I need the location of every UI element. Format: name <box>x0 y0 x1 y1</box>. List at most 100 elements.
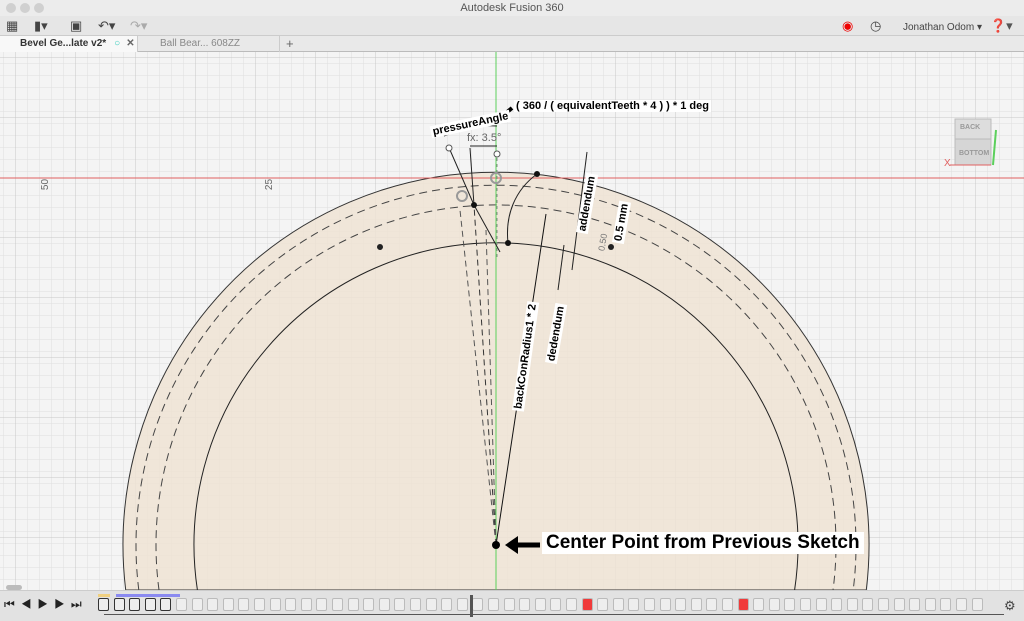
timeline-feature-icon[interactable] <box>862 598 874 611</box>
timeline-feature-icon[interactable] <box>690 598 702 611</box>
timeline-feature-icon[interactable] <box>456 598 468 611</box>
timeline-feature-icon[interactable] <box>394 598 406 611</box>
timeline-feature-icon[interactable] <box>753 598 765 611</box>
sketch-point[interactable] <box>505 240 511 246</box>
timeline-feature-icon[interactable] <box>581 598 593 611</box>
timeline-feature-icon[interactable] <box>347 598 359 611</box>
help-icon[interactable]: ❓▾ <box>990 18 1013 34</box>
user-name: Jonathan Odom <box>903 22 975 33</box>
timeline-feature-icon[interactable] <box>784 598 796 611</box>
timeline-feature-icon[interactable] <box>768 598 780 611</box>
grid-menu-icon[interactable]: ▦ <box>6 18 18 34</box>
timeline-feature-icon[interactable] <box>144 598 156 611</box>
timeline-feature-icon[interactable] <box>612 598 624 611</box>
timeline-feature-icon[interactable] <box>628 598 640 611</box>
timeline-track <box>104 614 1004 615</box>
timeline-feature-icon[interactable] <box>909 598 921 611</box>
timeline-playback-controls[interactable]: ⏮◀▶▶⏭ <box>4 597 88 612</box>
timeline-feature-icon[interactable] <box>956 598 967 611</box>
timeline-feature-icon[interactable] <box>488 598 499 611</box>
timeline-feature-icon[interactable] <box>176 598 187 611</box>
close-tab-icon[interactable]: ✕ <box>126 38 134 49</box>
save-icon[interactable]: ▣ <box>70 18 82 34</box>
timeline-feature-icon[interactable] <box>285 598 297 611</box>
new-tab-button[interactable]: + <box>282 36 294 52</box>
timeline-feature-icon[interactable] <box>425 598 437 611</box>
sketch-drawing[interactable] <box>0 52 1024 590</box>
timeline-feature-icon[interactable] <box>534 598 546 611</box>
ruler-label: 50 <box>40 178 52 191</box>
timeline-feature-icon[interactable] <box>706 598 718 611</box>
timeline-feature-icon[interactable] <box>378 598 390 611</box>
timeline-feature-icon[interactable] <box>113 598 125 611</box>
sketch-canvas[interactable]: 50 25 pressureAngle ( 360 / ( equivalent… <box>0 52 1024 590</box>
timeline-feature-icon[interactable] <box>659 598 671 611</box>
timeline-feature-icon[interactable] <box>644 598 655 611</box>
user-menu[interactable]: Jonathan Odom ▾ <box>903 20 982 36</box>
timeline-feature-icon[interactable] <box>410 598 421 611</box>
timeline-feature-icon[interactable] <box>254 598 265 611</box>
timeline-feature-icon[interactable] <box>566 598 577 611</box>
tab-bevel-gear[interactable]: Bevel Ge...late v2* ○ ✕ <box>0 36 138 52</box>
viewcube-bottom[interactable]: BOTTOM <box>957 150 991 157</box>
timeline-feature-icon[interactable] <box>737 598 749 611</box>
sketch-point[interactable] <box>377 244 383 250</box>
timeline-feature-icon[interactable] <box>222 598 234 611</box>
sketch-point[interactable] <box>471 202 477 208</box>
timeline-feature-icon[interactable] <box>846 598 858 611</box>
timeline-features <box>98 598 998 612</box>
timeline-feature-icon[interactable] <box>363 598 375 611</box>
group-marker <box>116 594 180 597</box>
timeline-feature-icon[interactable] <box>269 598 281 611</box>
timeline-feature-icon[interactable] <box>519 598 531 611</box>
timeline-feature-icon[interactable] <box>207 598 219 611</box>
timeline-feature-icon[interactable] <box>160 598 172 611</box>
x-axis-label: X <box>944 158 951 169</box>
fx-dimension[interactable]: fx: 3.5° <box>465 132 503 144</box>
record-icon[interactable]: ◉ <box>842 18 853 34</box>
document-tabs: Bevel Ge...late v2* ○ ✕ Ball Bear... 608ZZ… <box>0 36 1024 65</box>
timeline-marker[interactable] <box>470 595 473 617</box>
ruler-label: 25 <box>264 178 276 191</box>
timeline-feature-icon[interactable] <box>238 598 250 611</box>
window-title: Autodesk Fusion 360 <box>460 2 564 14</box>
timeline-feature-icon[interactable] <box>675 598 687 611</box>
title-bar: Autodesk Fusion 360 <box>0 0 1024 16</box>
timeline-feature-icon[interactable] <box>597 598 609 611</box>
sketch-point[interactable] <box>608 244 614 250</box>
center-point[interactable] <box>492 541 500 549</box>
sketch-point[interactable] <box>534 171 540 177</box>
redo-icon[interactable]: ↷▾ <box>130 18 147 34</box>
tab-ball-bearing[interactable]: Ball Bear... 608ZZ v6○✕ <box>140 36 280 65</box>
minimize-window-button[interactable] <box>20 3 30 13</box>
clock-icon[interactable]: ◷ <box>870 18 881 34</box>
timeline-feature-icon[interactable] <box>878 598 889 611</box>
timeline-feature-icon[interactable] <box>831 598 843 611</box>
close-window-button[interactable] <box>6 3 16 13</box>
timeline-feature-icon[interactable] <box>300 598 312 611</box>
viewcube-back[interactable]: BACK <box>958 124 982 131</box>
zoom-window-button[interactable] <box>34 3 44 13</box>
timeline-feature-icon[interactable] <box>800 598 811 611</box>
timeline-feature-icon[interactable] <box>722 598 733 611</box>
timeline-feature-icon[interactable] <box>815 598 827 611</box>
timeline-feature-icon[interactable] <box>940 598 952 611</box>
timeline: ⏮◀▶▶⏭ ⚙ <box>0 590 1024 621</box>
timeline-feature-icon[interactable] <box>472 598 484 611</box>
timeline-feature-icon[interactable] <box>332 598 343 611</box>
undo-icon[interactable]: ↶▾ <box>98 18 115 34</box>
tab-label: Bevel Ge...late v2* <box>20 38 107 49</box>
timeline-feature-icon[interactable] <box>503 598 515 611</box>
timeline-feature-icon[interactable] <box>441 598 453 611</box>
timeline-feature-icon[interactable] <box>191 598 203 611</box>
gear-icon[interactable]: ⚙ <box>1004 598 1016 614</box>
timeline-feature-icon[interactable] <box>98 598 109 611</box>
timeline-feature-icon[interactable] <box>550 598 562 611</box>
center-point-annotation: Center Point from Previous Sketch <box>542 532 864 554</box>
timeline-feature-icon[interactable] <box>129 598 141 611</box>
timeline-feature-icon[interactable] <box>316 598 328 611</box>
file-icon[interactable]: ▮▾ <box>34 18 48 34</box>
timeline-feature-icon[interactable] <box>924 598 936 611</box>
timeline-feature-icon[interactable] <box>893 598 905 611</box>
timeline-feature-icon[interactable] <box>971 598 983 611</box>
